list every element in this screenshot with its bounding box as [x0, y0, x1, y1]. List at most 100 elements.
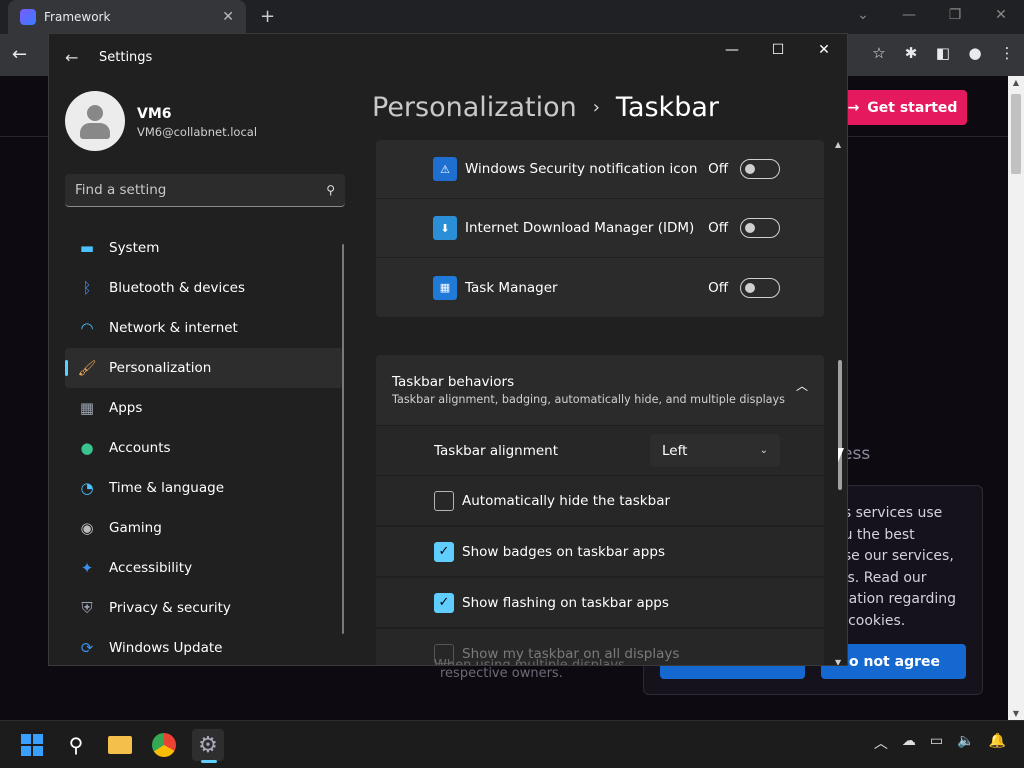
- settings-maximize-icon[interactable]: ☐: [755, 34, 801, 66]
- taskbar-search-icon[interactable]: ⚲: [60, 729, 92, 761]
- flashing-checkbox[interactable]: ✓: [434, 592, 454, 613]
- sidebar-item-network-internet[interactable]: ◠ Network & internet: [65, 308, 343, 348]
- taskbar-behaviors-header[interactable]: Taskbar behaviors Taskbar alignment, bad…: [376, 355, 824, 425]
- tray-icon-row[interactable]: ⚠ Windows Security notification icon Off: [376, 140, 824, 199]
- sidebar-item-bluetooth-devices[interactable]: ᛒ Bluetooth & devices: [65, 268, 343, 308]
- sidebar-item-windows-update[interactable]: ⟳ Windows Update: [65, 628, 343, 665]
- breadcrumb-parent[interactable]: Personalization: [372, 92, 577, 123]
- search-icon[interactable]: ⚲: [326, 183, 335, 197]
- update-icon: ⟳: [80, 639, 94, 657]
- new-tab-button[interactable]: +: [260, 6, 275, 27]
- browser-window-controls: ⌄ — ❐ ✕: [840, 0, 1024, 34]
- sidebar-item-gaming[interactable]: ◉ Gaming: [65, 508, 343, 548]
- task-manager-toggle[interactable]: [740, 277, 780, 298]
- side-panel-icon[interactable]: ◧: [934, 44, 952, 62]
- settings-nav: ▬ System ᛒ Bluetooth & devices ◠ Network & in…: [65, 228, 343, 665]
- toggle-state: Off: [708, 161, 728, 177]
- chevron-up-icon[interactable]: ︿: [796, 377, 808, 394]
- system-icon: ▬: [79, 239, 95, 257]
- tray-chevron-up-icon[interactable]: ︿: [874, 733, 888, 753]
- sidebar-item-system[interactable]: ▬ System: [65, 228, 343, 268]
- framework-favicon-icon: [20, 9, 36, 25]
- settings-back-icon[interactable]: ←: [65, 48, 78, 67]
- page-scrollbar[interactable]: ▲ ▼: [1008, 76, 1024, 720]
- sidebar-item-label: System: [109, 240, 160, 256]
- windows-taskbar: ⚲ ⚙: [0, 720, 1024, 768]
- get-started-button[interactable]: → Get started: [838, 90, 967, 125]
- tray-icon-label: Task Manager: [465, 279, 558, 296]
- task-manager-icon: ▦: [433, 275, 457, 300]
- browser-minimize-icon[interactable]: —: [886, 0, 932, 34]
- settings-gear-icon[interactable]: ⚙: [192, 729, 224, 761]
- start-button[interactable]: [16, 729, 48, 761]
- shield-icon: ⛨: [81, 599, 93, 617]
- multiple-displays-label: When using multiple displays: [434, 658, 625, 666]
- sidebar-item-label: Network & internet: [109, 320, 238, 336]
- user-email: VM6@collabnet.local: [137, 125, 258, 139]
- windows-security-toggle[interactable]: [740, 159, 780, 179]
- sidebar-item-accounts[interactable]: ● Accounts: [65, 428, 343, 468]
- tray-icon-row[interactable]: ▦ Task Manager Off: [376, 258, 824, 317]
- tab-close-icon[interactable]: ✕: [222, 9, 234, 25]
- get-started-label: Get started: [867, 99, 958, 116]
- volume-icon[interactable]: 🔈: [957, 733, 974, 753]
- breadcrumb-chevron-icon: ›: [592, 97, 600, 118]
- browser-back-icon[interactable]: ←: [12, 44, 27, 65]
- active-app-indicator: [201, 760, 217, 763]
- taskbar-alignment-dropdown[interactable]: Left ⌄: [650, 434, 780, 467]
- settings-close-icon[interactable]: ✕: [801, 34, 847, 66]
- user-avatar[interactable]: [65, 91, 125, 151]
- content-scrollbar[interactable]: ▲ ▼: [835, 140, 845, 665]
- taskbar-alignment-label: Taskbar alignment: [434, 442, 559, 459]
- nav-scrollbar[interactable]: [342, 244, 344, 634]
- avatar-body-icon: [80, 123, 110, 139]
- page-scroll-thumb[interactable]: [1011, 94, 1021, 174]
- sidebar-item-time-language[interactable]: ◔ Time & language: [65, 468, 343, 508]
- tray-icon-row[interactable]: ⬇ Internet Download Manager (IDM) Off: [376, 199, 824, 258]
- settings-minimize-icon[interactable]: —: [709, 34, 755, 66]
- bookmark-star-icon[interactable]: ☆: [870, 44, 888, 62]
- sidebar-item-label: Privacy & security: [109, 600, 231, 616]
- network-icon[interactable]: ▭: [930, 733, 943, 753]
- scroll-up-icon[interactable]: ▲: [1008, 78, 1024, 87]
- tray-icon-label: Internet Download Manager (IDM): [465, 220, 695, 236]
- extensions-icon[interactable]: ✱: [902, 44, 920, 62]
- scroll-up-icon[interactable]: ▲: [835, 140, 841, 149]
- chrome-icon[interactable]: [148, 729, 180, 761]
- windows-logo-icon: [21, 734, 43, 756]
- badges-row[interactable]: ✓ Show badges on taskbar apps: [376, 526, 824, 576]
- toggle-state: Off: [708, 279, 728, 296]
- idm-toggle[interactable]: [740, 218, 780, 238]
- profile-icon[interactable]: ●: [966, 44, 984, 62]
- file-explorer-icon[interactable]: [104, 729, 136, 761]
- sidebar-item-accessibility[interactable]: ✦ Accessibility: [65, 548, 343, 588]
- sidebar-item-label: Bluetooth & devices: [109, 280, 246, 296]
- apps-icon: ▦: [79, 399, 95, 417]
- settings-search-input[interactable]: [75, 182, 327, 198]
- globe-clock-icon: ◔: [80, 479, 94, 497]
- notification-bell-icon[interactable]: 🔔: [989, 733, 1006, 753]
- auto-hide-row[interactable]: Automatically hide the taskbar: [376, 475, 824, 525]
- settings-search-box[interactable]: ⚲: [65, 174, 345, 207]
- tab-search-icon[interactable]: ⌄: [840, 0, 886, 34]
- arrow-right-icon: →: [847, 99, 860, 116]
- sidebar-item-personalization[interactable]: 🖌 Personalization: [65, 348, 343, 388]
- scroll-down-icon[interactable]: ▼: [835, 658, 841, 665]
- browser-tab[interactable]: Framework ✕: [8, 0, 246, 34]
- sidebar-item-privacy-security[interactable]: ⛨ Privacy & security: [65, 588, 343, 628]
- browser-close-icon[interactable]: ✕: [978, 0, 1024, 34]
- sidebar-item-apps[interactable]: ▦ Apps: [65, 388, 343, 428]
- content-scroll-thumb[interactable]: [838, 360, 842, 490]
- auto-hide-checkbox[interactable]: [434, 490, 454, 511]
- breadcrumb-current: Taskbar: [615, 92, 719, 123]
- badges-checkbox[interactable]: ✓: [434, 541, 454, 562]
- browser-menu-icon[interactable]: ⋮: [998, 44, 1016, 62]
- browser-restore-icon[interactable]: ❐: [932, 0, 978, 34]
- page-footer-text: respective owners.: [440, 666, 563, 681]
- wifi-icon: ◠: [80, 319, 94, 337]
- flashing-row[interactable]: ✓ Show flashing on taskbar apps: [376, 577, 824, 627]
- sidebar-item-label: Windows Update: [109, 640, 223, 656]
- taskbar-settings-content: ⚠ Windows Security notification icon Off…: [376, 140, 824, 666]
- scroll-down-icon[interactable]: ▼: [1008, 709, 1024, 718]
- onedrive-icon[interactable]: ☁: [902, 733, 916, 753]
